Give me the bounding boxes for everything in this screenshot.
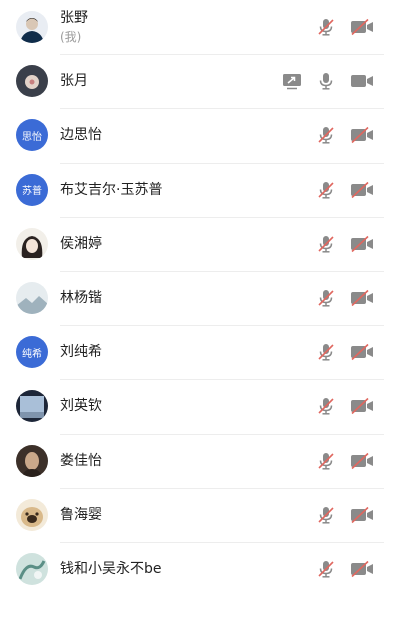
microphone-muted-icon[interactable] [314, 125, 338, 145]
avatar-puppy-icon [16, 498, 48, 531]
avatar-suit-man-icon [16, 11, 48, 44]
participant-list-screen: 张野 (我) 张月 思怡 边思怡 苏普 布艾吉尔·玉苏普 侯湘婷 林杨锴 纯希 刘纯希 刘英钦 娄佳怡鲁… [0, 0, 400, 622]
participant-status-icons [280, 71, 376, 91]
avatar-anime-girl-icon [16, 227, 48, 260]
avatar-flower-icon [16, 65, 48, 98]
microphone-icon[interactable] [314, 71, 338, 91]
avatar-blue-sky-icon [16, 390, 48, 423]
participant-status-icons [314, 342, 376, 362]
participant-row[interactable]: 林杨锴 [0, 270, 400, 325]
camera-off-icon[interactable] [348, 17, 376, 37]
participant-row[interactable]: 张月 [0, 54, 400, 108]
screen-share-icon[interactable] [280, 71, 304, 91]
microphone-muted-icon[interactable] [314, 17, 338, 37]
microphone-muted-icon[interactable] [314, 505, 338, 525]
avatar-landscape-icon [16, 282, 48, 315]
participant-row[interactable]: 侯湘婷 [0, 216, 400, 271]
participant-row[interactable]: 纯希 刘纯希 [0, 325, 400, 379]
participant-row[interactable]: 张野 (我) [0, 0, 400, 54]
camera-off-icon[interactable] [348, 125, 376, 145]
participant-status-icons [314, 288, 376, 308]
avatar-woman-icon [16, 444, 48, 477]
avatar-initials: 纯希 [16, 336, 48, 369]
participant-row[interactable]: 钱和小吴永不be [0, 541, 400, 596]
microphone-muted-icon[interactable] [314, 234, 338, 254]
participant-row[interactable]: 鲁海婴 [0, 487, 400, 542]
camera-off-icon[interactable] [348, 505, 376, 525]
participant-row[interactable]: 苏普 布艾吉尔·玉苏普 [0, 162, 400, 217]
microphone-muted-icon[interactable] [314, 396, 338, 416]
avatar-teal-drawing-icon [16, 552, 48, 585]
microphone-muted-icon[interactable] [314, 559, 338, 579]
camera-off-icon[interactable] [348, 559, 376, 579]
camera-off-icon[interactable] [348, 451, 376, 471]
microphone-muted-icon[interactable] [314, 288, 338, 308]
participant-status-icons [314, 234, 376, 254]
camera-off-icon[interactable] [348, 180, 376, 200]
camera-off-icon[interactable] [348, 342, 376, 362]
microphone-muted-icon[interactable] [314, 180, 338, 200]
participant-status-icons [314, 451, 376, 471]
avatar-initials: 思怡 [16, 119, 48, 152]
participant-row[interactable]: 思怡 边思怡 [0, 108, 400, 162]
participant-status-icons [314, 505, 376, 525]
camera-off-icon[interactable] [348, 396, 376, 416]
participant-status-icons [314, 396, 376, 416]
participant-list: 张野 (我) 张月 思怡 边思怡 苏普 布艾吉尔·玉苏普 侯湘婷 林杨锴 纯希 刘纯希 刘英钦 娄佳怡鲁… [0, 0, 400, 596]
participant-row[interactable]: 刘英钦 [0, 379, 400, 433]
participant-status-icons [314, 17, 376, 37]
camera-icon[interactable] [348, 71, 376, 91]
camera-off-icon[interactable] [348, 234, 376, 254]
participant-row[interactable]: 娄佳怡 [0, 433, 400, 488]
camera-off-icon[interactable] [348, 288, 376, 308]
participant-status-icons [314, 180, 376, 200]
participant-status-icons [314, 125, 376, 145]
avatar-initials: 苏普 [16, 173, 48, 206]
participant-status-icons [314, 559, 376, 579]
microphone-muted-icon[interactable] [314, 342, 338, 362]
microphone-muted-icon[interactable] [314, 451, 338, 471]
